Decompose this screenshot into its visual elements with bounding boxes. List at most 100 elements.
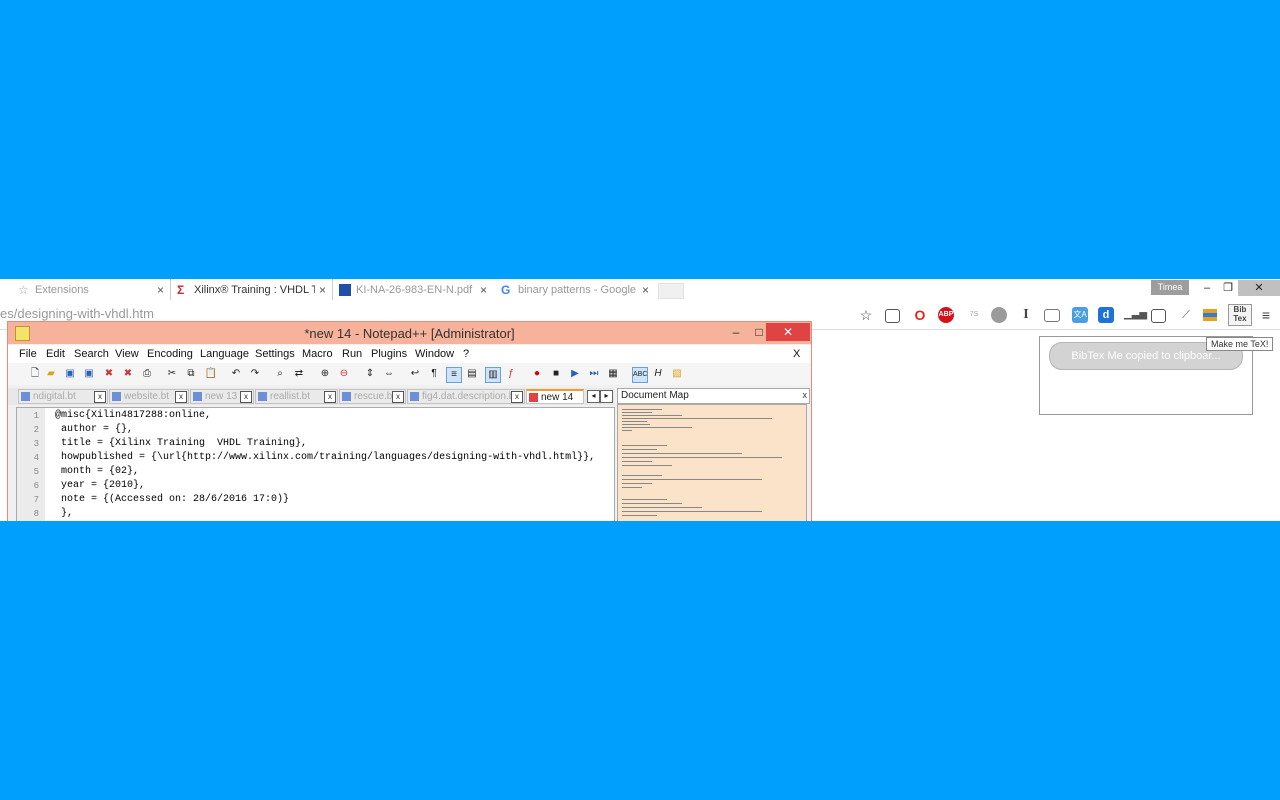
menu-help[interactable]: ? — [463, 348, 469, 360]
show-all-chars-icon[interactable]: ¶ — [427, 367, 441, 381]
print-icon[interactable]: ⎙ — [140, 367, 154, 381]
translate-icon[interactable]: 文A — [1072, 307, 1088, 323]
menu-macro[interactable]: Macro — [302, 348, 333, 360]
address-bar[interactable]: es/designing-with-vhdl.htm — [0, 306, 154, 321]
menu-settings[interactable]: Settings — [255, 348, 295, 360]
tasks-icon[interactable] — [1203, 309, 1217, 321]
pen-icon[interactable]: ⟋ — [1178, 307, 1194, 323]
close-icon[interactable]: x — [803, 389, 808, 402]
pocket-icon[interactable] — [885, 309, 900, 323]
settings-icon[interactable] — [1151, 309, 1166, 323]
tab-extensions[interactable]: ☆ Extensions × — [12, 279, 170, 300]
extension-icon[interactable]: 7S — [966, 307, 982, 323]
menu-encoding[interactable]: Encoding — [147, 348, 193, 360]
copy-icon[interactable]: ⧉ — [184, 367, 198, 381]
indent-guide-icon[interactable]: ≡ — [446, 367, 462, 383]
save-icon[interactable]: ▣ — [63, 367, 77, 381]
map-line — [622, 457, 782, 458]
zoom-out-icon[interactable]: ⊖ — [337, 367, 351, 381]
spell-check-icon[interactable]: ABC — [632, 367, 648, 383]
close-icon[interactable]: x — [392, 391, 404, 403]
close-icon[interactable]: x — [175, 391, 187, 403]
tab-google[interactable]: G binary patterns - Google × — [495, 279, 655, 300]
map-line — [622, 487, 642, 488]
doc-tab-title: ndigital.bt — [33, 391, 76, 402]
bookmark-star-icon[interactable]: ☆ — [858, 307, 874, 323]
line-number: 5 — [33, 467, 39, 477]
close-document-button[interactable]: X — [793, 348, 800, 360]
doc-tab-active[interactable]: new 14 — [526, 389, 584, 404]
doc-tab[interactable]: rescue.bt x — [339, 389, 406, 404]
doc-tab[interactable]: fig4.dat.description.bt x — [407, 389, 525, 404]
redo-icon[interactable]: ↷ — [248, 367, 262, 381]
stop-macro-icon[interactable]: ■ — [549, 367, 563, 381]
profile-button[interactable]: Timea — [1151, 280, 1189, 295]
ghost-icon[interactable] — [991, 307, 1007, 323]
menu-icon[interactable]: ≡ — [1258, 307, 1274, 323]
adblock-plus-icon[interactable]: ABP — [938, 307, 954, 323]
document-map-icon[interactable]: ▥ — [485, 367, 501, 383]
doc-tab-title: new 14 — [541, 392, 574, 403]
menu-edit[interactable]: Edit — [46, 348, 65, 360]
chart-icon[interactable]: ▁▃▅ — [1124, 307, 1147, 323]
close-button[interactable]: ✕ — [1238, 280, 1280, 296]
close-icon[interactable]: × — [319, 283, 326, 297]
close-file-icon[interactable]: ✖ — [102, 367, 116, 381]
close-icon[interactable]: x — [240, 391, 252, 403]
tab-xilinx[interactable]: Σ Xilinx® Training : VHDL T × — [170, 279, 333, 300]
record-macro-icon[interactable]: ● — [530, 367, 544, 381]
bibtex-tooltip: Make me TeX! — [1206, 337, 1274, 351]
find-icon[interactable]: ⌕ — [273, 367, 287, 381]
new-tab-button[interactable] — [658, 283, 684, 299]
close-button[interactable]: ✕ — [766, 323, 810, 341]
line-number: 8 — [33, 509, 39, 519]
paste-icon[interactable]: 📋 — [204, 367, 218, 381]
doc-tab[interactable]: reallist.bt x — [255, 389, 338, 404]
open-file-icon[interactable]: ▰ — [44, 367, 58, 381]
menu-view[interactable]: View — [115, 348, 139, 360]
tab-scroll-right-button[interactable]: ▸ — [600, 390, 613, 403]
tab-pdf[interactable]: KI-NA-26-983-EN-N.pdf × — [333, 279, 493, 300]
close-icon[interactable]: x — [511, 391, 523, 403]
grammarly-icon[interactable]: I — [1018, 307, 1034, 323]
close-icon[interactable]: × — [642, 283, 649, 297]
menu-language[interactable]: Language — [200, 348, 249, 360]
doc-tab[interactable]: new 13 x — [190, 389, 254, 404]
word-wrap-icon[interactable]: ↩ — [408, 367, 422, 381]
sync-vertical-icon[interactable]: ⇕ — [363, 367, 377, 381]
close-icon[interactable]: × — [157, 283, 164, 297]
menu-file[interactable]: File — [19, 348, 37, 360]
code-editor[interactable]: 1 2 3 4 5 6 7 8 @misc{Xilin4817288:onlin… — [16, 407, 615, 521]
menu-search[interactable]: Search — [74, 348, 109, 360]
bibtex-extension-button[interactable]: Bib Tex — [1228, 304, 1252, 326]
close-icon[interactable]: × — [480, 283, 487, 297]
doc-tab[interactable]: website.bt x — [109, 389, 189, 404]
save-macro-icon[interactable]: ▦ — [606, 367, 620, 381]
eu-flag-icon — [339, 283, 351, 296]
menu-window[interactable]: Window — [415, 348, 454, 360]
sync-horizontal-icon[interactable]: ⇔ — [382, 367, 396, 381]
undo-icon[interactable]: ↶ — [229, 367, 243, 381]
menu-plugins[interactable]: Plugins — [371, 348, 407, 360]
cut-icon[interactable]: ✂ — [165, 367, 179, 381]
plugin-icon[interactable]: ▧ — [670, 367, 684, 381]
zoom-in-icon[interactable]: ⊕ — [318, 367, 332, 381]
function-list-icon[interactable]: ƒ — [504, 367, 518, 381]
dictionary-icon[interactable]: d — [1098, 307, 1114, 323]
document-map[interactable] — [617, 404, 807, 521]
opera-icon[interactable]: O — [912, 307, 928, 323]
tab-scroll-left-button[interactable]: ◂ — [587, 390, 600, 403]
save-all-icon[interactable]: ▣ — [82, 367, 96, 381]
run-macro-multiple-icon[interactable]: ⏭ — [587, 367, 601, 381]
close-all-icon[interactable]: ✖ — [121, 367, 135, 381]
close-icon[interactable]: x — [324, 391, 336, 403]
play-macro-icon[interactable]: ▶ — [568, 367, 582, 381]
close-icon[interactable]: x — [94, 391, 106, 403]
fold-icon[interactable]: ▤ — [465, 367, 479, 381]
new-file-icon[interactable]: 🗋 — [28, 367, 42, 381]
video-icon[interactable] — [1044, 309, 1060, 322]
menu-run[interactable]: Run — [342, 348, 362, 360]
replace-icon[interactable]: ⇄ — [292, 367, 306, 381]
doc-tab[interactable]: ndigital.bt x — [18, 389, 108, 404]
html-tag-icon[interactable]: H — [651, 367, 665, 381]
